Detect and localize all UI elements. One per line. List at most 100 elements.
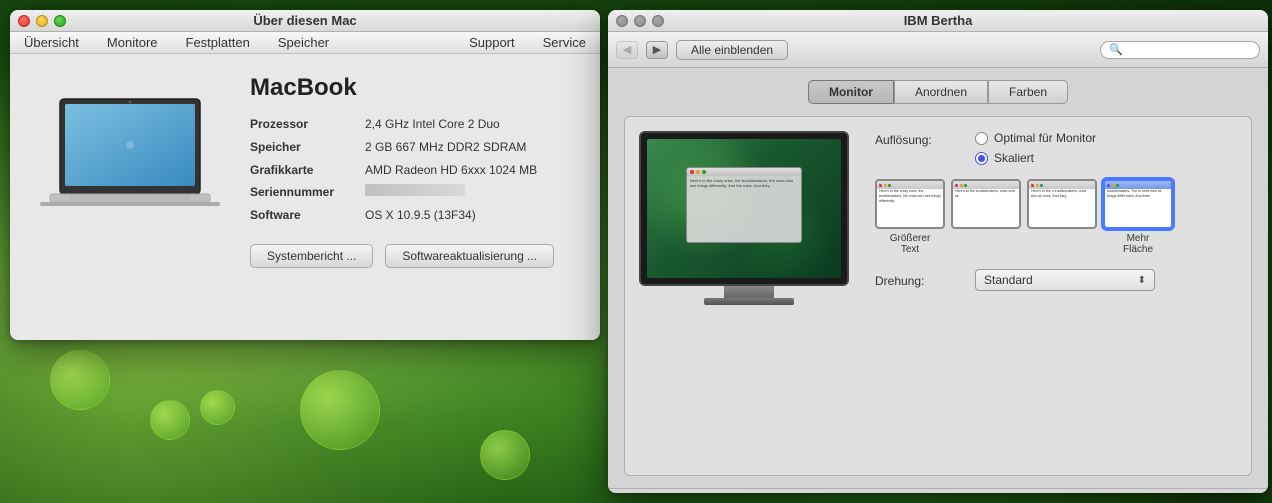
thumbnails-row: Here's to the crazy ones, the troublemak… (875, 179, 1237, 255)
back-button[interactable]: ◀ (616, 41, 638, 59)
thumb-dot-g-2 (1040, 184, 1043, 187)
monitor-preview: Here's to the crazy ones, the troublemak… (639, 131, 859, 461)
thumb-dot-y-1 (960, 184, 963, 187)
bubble (300, 370, 380, 450)
maximize-button[interactable] (54, 15, 66, 27)
show-all-button[interactable]: Alle einblenden (676, 40, 788, 60)
bubble (150, 400, 190, 440)
traffic-lights (18, 15, 66, 27)
tab-anordnen[interactable]: Anordnen (894, 80, 988, 104)
thumb-label-3: MehrFläche (1123, 233, 1153, 255)
serial-row: Seriennummer (250, 184, 580, 201)
monitor-screen: Here's to the crazy ones, the troublemak… (647, 139, 841, 278)
thumb-dot-y-3 (1112, 184, 1115, 187)
mini-dialog-titlebar (687, 168, 801, 176)
thumb-item-0[interactable]: Here's to the crazy ones, the troublemak… (875, 179, 945, 255)
mac-info: MacBook Prozessor 2,4 GHz Intel Core 2 D… (250, 74, 580, 320)
radio-optimal-label: Optimal für Monitor (994, 131, 1096, 145)
close-button[interactable] (18, 15, 30, 27)
thumb-box-0[interactable]: Here's to the crazy ones, the troublemak… (875, 179, 945, 229)
resolution-row: Auflösung: Optimal für Monitor Skaliert (875, 131, 1237, 165)
menu-service[interactable]: Service (537, 35, 592, 50)
thumb-dot-r-1 (955, 184, 958, 187)
mac-content: MacBook Prozessor 2,4 GHz Intel Core 2 D… (10, 54, 600, 340)
thumb-item-1[interactable]: Here's to the troublemakers, ones who se (951, 179, 1021, 255)
graphics-label: Grafikkarte (250, 162, 365, 179)
thumb-box-2[interactable]: Here's to the c troublemakers, ones who … (1027, 179, 1097, 229)
tab-monitor[interactable]: Monitor (808, 80, 894, 104)
mini-min-dot (696, 170, 700, 174)
content-panel: Here's to the crazy ones, the troublemak… (624, 116, 1252, 476)
thumb-content-1: Here's to the troublemakers, ones who se (955, 189, 1017, 225)
memory-label: Speicher (250, 139, 365, 156)
ibm-window-title: IBM Bertha (904, 13, 973, 28)
rotation-value: Standard (984, 273, 1033, 287)
menu-support[interactable]: Support (463, 35, 521, 50)
thumb-box-3[interactable]: troublemakers. The m ones who se things … (1103, 179, 1173, 229)
computer-name: MacBook (250, 74, 580, 102)
processor-row: Prozessor 2,4 GHz Intel Core 2 Duo (250, 116, 580, 133)
mac-info-window: Über diesen Mac Übersicht Monitore Festp… (10, 10, 600, 340)
thumb-dot-y-2 (1036, 184, 1039, 187)
thumb-content-2: Here's to the c troublemakers, ones who … (1031, 189, 1093, 225)
ibm-minimize-button[interactable] (634, 15, 646, 27)
ibm-titlebar: IBM Bertha (608, 10, 1268, 32)
monitor-base (704, 298, 794, 305)
ibm-close-button[interactable] (616, 15, 628, 27)
settings-panel: Auflösung: Optimal für Monitor Skaliert (875, 131, 1237, 461)
search-box[interactable]: 🔍 (1100, 41, 1260, 59)
serial-label: Seriennummer (250, 184, 365, 201)
thumb-dot-g-0 (888, 184, 891, 187)
ibm-bottom-bar: Sync-Optionen bei Verfügbarkeit in der M… (608, 488, 1268, 493)
thumb-content-3: troublemakers. The m ones who se things … (1107, 189, 1169, 225)
ibm-bertha-window: IBM Bertha ◀ ▶ Alle einblenden 🔍 Monitor… (608, 10, 1268, 493)
menu-speicher[interactable]: Speicher (272, 35, 335, 50)
menu-festplatten[interactable]: Festplatten (180, 35, 256, 50)
graphics-row: Grafikkarte AMD Radeon HD 6xxx 1024 MB (250, 162, 580, 179)
resolution-skaliert[interactable]: Skaliert (975, 151, 1096, 165)
mini-max-dot (702, 170, 706, 174)
rotation-select[interactable]: Standard ⬍ (975, 269, 1155, 291)
menu-monitore[interactable]: Monitore (101, 35, 164, 50)
thumb-item-3[interactable]: troublemakers. The m ones who se things … (1103, 179, 1173, 255)
thumb-dot-y-0 (884, 184, 887, 187)
search-icon: 🔍 (1109, 43, 1123, 56)
softwareaktualisierung-button[interactable]: Softwareaktualisierung ... (385, 244, 554, 268)
mini-dialog-content: Here's to the crazy ones, the troublemak… (687, 176, 801, 190)
systembericht-button[interactable]: Systembericht ... (250, 244, 373, 268)
serial-value (365, 184, 465, 196)
mac-menubar: Übersicht Monitore Festplatten Speicher … (10, 32, 600, 54)
software-value: OS X 10.9.5 (13F34) (365, 207, 476, 224)
radio-skaliert[interactable] (975, 152, 988, 165)
software-row: Software OS X 10.9.5 (13F34) (250, 207, 580, 224)
ibm-maximize-button[interactable] (652, 15, 664, 27)
tabs-container: Monitor Anordnen Farben (624, 80, 1252, 104)
thumb-dot-r-0 (879, 184, 882, 187)
mac-titlebar: Über diesen Mac (10, 10, 600, 32)
resolution-optimal[interactable]: Optimal für Monitor (975, 131, 1096, 145)
bubble (200, 390, 235, 425)
tab-farben[interactable]: Farben (988, 80, 1068, 104)
bubble (50, 350, 110, 410)
thumb-titlebar-3 (1105, 181, 1171, 189)
minimize-button[interactable] (36, 15, 48, 27)
window-title: Über diesen Mac (253, 13, 356, 28)
memory-value: 2 GB 667 MHz DDR2 SDRAM (365, 139, 526, 156)
thumb-titlebar-1 (953, 181, 1019, 189)
laptop-image (30, 84, 230, 244)
thumb-content-0: Here's to the crazy ones, the troublemak… (879, 189, 941, 225)
processor-label: Prozessor (250, 116, 365, 133)
select-arrow-icon: ⬍ (1138, 275, 1146, 286)
bubble (480, 430, 530, 480)
radio-skaliert-label: Skaliert (994, 151, 1034, 165)
radio-optimal[interactable] (975, 132, 988, 145)
thumb-dot-r-2 (1031, 184, 1034, 187)
ibm-toolbar: ◀ ▶ Alle einblenden 🔍 (608, 32, 1268, 68)
menu-ubersicht[interactable]: Übersicht (18, 35, 85, 50)
thumb-box-1[interactable]: Here's to the troublemakers, ones who se (951, 179, 1021, 229)
thumb-dot-r-3 (1107, 184, 1110, 187)
processor-value: 2,4 GHz Intel Core 2 Duo (365, 116, 500, 133)
thumb-item-2[interactable]: Here's to the c troublemakers, ones who … (1027, 179, 1097, 255)
resolution-options: Optimal für Monitor Skaliert (975, 131, 1096, 165)
forward-button[interactable]: ▶ (646, 41, 668, 59)
